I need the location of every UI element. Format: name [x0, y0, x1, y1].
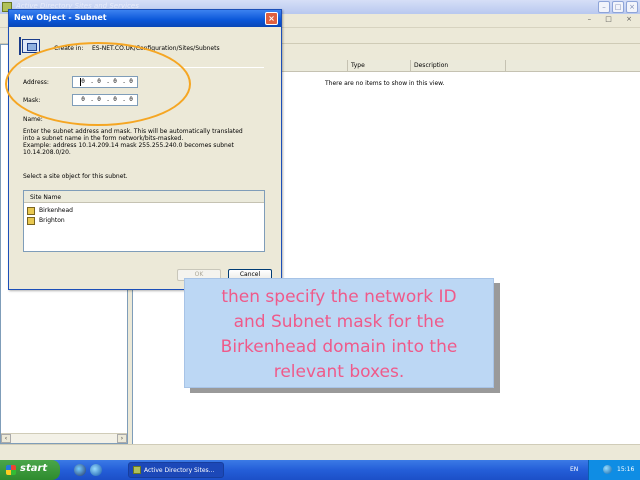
- caption-line: Birkenhead domain into the: [220, 337, 458, 357]
- create-in-path: ES-NET.CO.UK/Configuration/Sites/Subnets: [92, 45, 220, 52]
- status-bar: [0, 444, 640, 460]
- column-header-description[interactable]: Description: [411, 60, 506, 72]
- caption-line: then specify the network ID: [221, 287, 457, 307]
- dialog-title: New Object - Subnet: [14, 13, 107, 22]
- taskbar: start Active Directory Sites... EN 15:16: [0, 460, 640, 480]
- tree-horizontal-scrollbar[interactable]: ‹ ›: [1, 433, 127, 443]
- taskbar-item-label: Active Directory Sites...: [144, 467, 215, 474]
- scroll-left-icon[interactable]: ‹: [1, 434, 11, 443]
- site-list-header[interactable]: Site Name: [24, 191, 264, 203]
- separator: [21, 67, 264, 68]
- address-ip-field[interactable]: 0 . 0 . 0 . 0: [72, 76, 138, 88]
- caption-line: and Subnet mask for the: [233, 312, 445, 332]
- start-button[interactable]: start: [0, 460, 60, 480]
- caption-line: relevant boxes.: [273, 362, 405, 382]
- network-globe-icon[interactable]: [603, 465, 612, 474]
- site-list[interactable]: Site Name Birkenhead Brighton: [23, 190, 265, 252]
- address-octet-3[interactable]: 0: [111, 77, 119, 87]
- dialog-close-icon[interactable]: ×: [265, 12, 278, 25]
- address-octet-2[interactable]: 0: [95, 77, 103, 87]
- site-item-birkenhead[interactable]: Birkenhead: [27, 206, 147, 216]
- address-octet-1[interactable]: 0: [79, 77, 87, 87]
- address-label: Address:: [23, 79, 49, 86]
- close-icon[interactable]: ×: [626, 1, 638, 13]
- quicklaunch-browser-icon[interactable]: [74, 464, 86, 476]
- site-item-label: Birkenhead: [39, 207, 73, 214]
- description-line: 10.14.208.0/20.: [23, 149, 71, 156]
- mask-octet-4[interactable]: 0: [127, 95, 135, 105]
- octet-dot: .: [122, 78, 126, 85]
- language-indicator[interactable]: EN: [570, 466, 578, 473]
- description-line: into a subnet name in the form network/b…: [23, 135, 184, 142]
- site-item-brighton[interactable]: Brighton: [27, 216, 147, 226]
- octet-dot: .: [122, 96, 126, 103]
- mask-octet-1[interactable]: 0: [79, 95, 87, 105]
- description-line: Example: address 10.14.209.14 mask 255.2…: [23, 142, 234, 149]
- mask-octet-3[interactable]: 0: [111, 95, 119, 105]
- clock[interactable]: 15:16: [617, 466, 634, 473]
- octet-dot: .: [90, 96, 94, 103]
- mmc-app-icon: [133, 466, 141, 474]
- column-header-type[interactable]: Type: [348, 60, 411, 72]
- mask-ip-field[interactable]: 0 . 0 . 0 . 0: [72, 94, 138, 106]
- maximize-icon[interactable]: □: [612, 1, 624, 13]
- create-in-label: Create in:: [54, 45, 84, 52]
- subnet-description: Enter the subnet address and mask. This …: [23, 128, 267, 156]
- mask-label: Mask:: [23, 97, 41, 104]
- address-octet-4[interactable]: 0: [127, 77, 135, 87]
- tutorial-caption: then specify the network ID and Subnet m…: [184, 278, 494, 388]
- quicklaunch-ie-icon[interactable]: [90, 464, 102, 476]
- octet-dot: .: [90, 78, 94, 85]
- start-label: start: [20, 463, 48, 474]
- octet-dot: .: [106, 78, 110, 85]
- scroll-right-icon[interactable]: ›: [117, 434, 127, 443]
- windows-logo-icon: [6, 465, 16, 475]
- mdi-controls[interactable]: – □ ×: [588, 15, 638, 23]
- name-label: Name:: [23, 116, 43, 123]
- system-tray: 15:16: [588, 460, 640, 480]
- dialog-title-bar: New Object - Subnet ×: [9, 10, 281, 27]
- site-item-label: Brighton: [39, 217, 65, 224]
- subnet-object-icon: [19, 37, 40, 55]
- taskbar-item-ad-sites[interactable]: Active Directory Sites...: [128, 462, 224, 478]
- site-name-column-header: Site Name: [30, 194, 62, 201]
- description-line: Enter the subnet address and mask. This …: [23, 128, 243, 135]
- site-icon: [27, 207, 35, 215]
- octet-dot: .: [106, 96, 110, 103]
- site-icon: [27, 217, 35, 225]
- select-site-label: Select a site object for this subnet.: [23, 173, 128, 180]
- minimize-icon[interactable]: –: [598, 1, 610, 13]
- empty-list-message: There are no items to show in this view.: [325, 80, 445, 87]
- mask-octet-2[interactable]: 0: [95, 95, 103, 105]
